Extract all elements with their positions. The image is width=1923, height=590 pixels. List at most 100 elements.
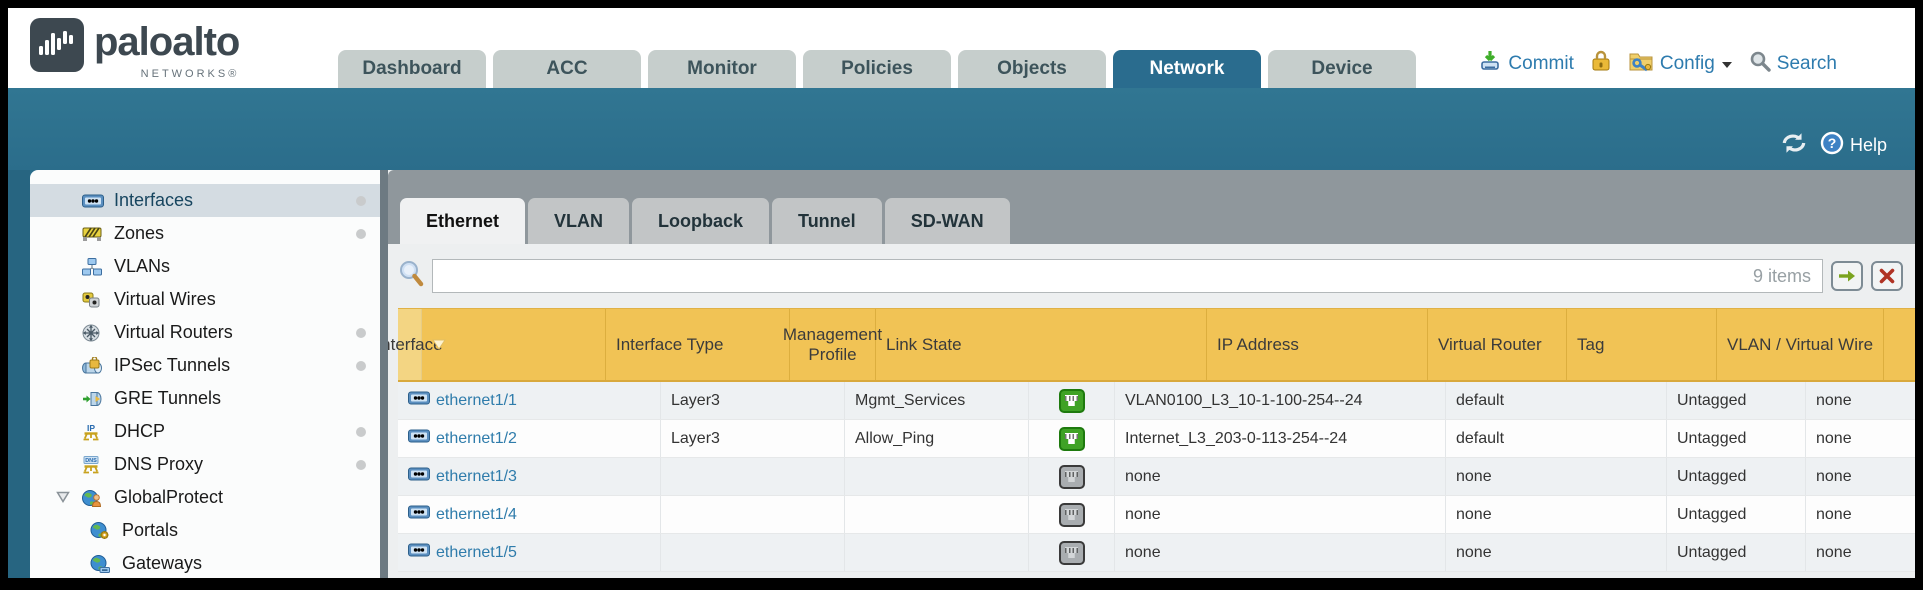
interfaces-table: Interface Interface Type Management Prof… <box>388 308 1915 578</box>
apply-filter-button[interactable] <box>1831 261 1863 291</box>
cell-ip-address: VLAN0100_L3_10-1-100-254--24 <box>1115 382 1446 419</box>
cell-management-profile <box>845 458 1029 495</box>
cell-interface-type: Layer3 <box>661 420 845 457</box>
interface-type-tab[interactable]: Ethernet <box>400 198 525 244</box>
column-header[interactable]: Link State <box>876 309 1207 380</box>
sidebar-item[interactable]: IP DHCP <box>30 415 380 448</box>
gre-tunnels-icon <box>82 391 110 407</box>
sidebar-item[interactable]: DNS DNS Proxy <box>30 448 380 481</box>
zones-icon <box>82 225 110 242</box>
main-nav-tab[interactable]: Dashboard <box>338 50 486 88</box>
header-utilities: Commit Config Search <box>1478 49 1837 79</box>
help-button[interactable]: ? Help <box>1820 131 1887 160</box>
sidebar-item-label: GlobalProtect <box>114 487 223 508</box>
clear-filter-button[interactable] <box>1871 261 1903 291</box>
column-header[interactable]: Management Profile <box>790 309 876 380</box>
cell-interface-type <box>661 458 845 495</box>
expander-icon[interactable] <box>56 487 70 508</box>
interface-link[interactable]: ethernet1/5 <box>436 544 517 562</box>
column-header[interactable]: VLAN / Virtual Wire <box>1717 309 1884 380</box>
column-header[interactable]: Tag <box>1567 309 1717 380</box>
sidebar-item-label: Zones <box>114 223 164 244</box>
interface-link[interactable]: ethernet1/3 <box>436 468 517 486</box>
commit-icon <box>1478 49 1502 79</box>
cell-virtual-router: default <box>1446 382 1667 419</box>
column-header[interactable]: Virtual Router <box>1428 309 1567 380</box>
app-window: paloalto NETWORKS® Dashboard ACC Monitor… <box>0 0 1923 590</box>
panos-web-ui: paloalto NETWORKS® Dashboard ACC Monitor… <box>8 8 1915 578</box>
column-header[interactable]: Interface <box>398 309 422 380</box>
table-row[interactable]: ethernet1/1 Layer3 Mgmt_Services VLAN010… <box>398 382 1915 420</box>
column-header[interactable]: IP Address <box>1207 309 1428 380</box>
interfaces-icon <box>82 194 110 208</box>
lock-button[interactable] <box>1590 49 1612 79</box>
body-row: Interfaces Zones <box>8 170 1915 578</box>
sidebar-child-item[interactable]: Gateways <box>30 547 380 578</box>
sidebar-item[interactable]: Interfaces <box>30 184 380 217</box>
table-row[interactable]: ethernet1/4 none none Untagged none <box>398 496 1915 534</box>
status-dot <box>356 328 366 338</box>
cell-virtual-router: none <box>1446 496 1667 533</box>
help-icon: ? <box>1820 131 1844 160</box>
table-row[interactable]: ethernet1/3 none none Untagged none <box>398 458 1915 496</box>
sidebar-item-label: Gateways <box>122 553 202 574</box>
main-nav-tab[interactable]: Device <box>1268 50 1416 88</box>
sidebar-item[interactable]: Virtual Wires <box>30 283 380 316</box>
table-header: Interface Interface Type Management Prof… <box>398 308 1915 382</box>
interface-type-tab[interactable]: Loopback <box>632 198 769 244</box>
interface-link[interactable]: ethernet1/4 <box>436 506 517 524</box>
column-header[interactable] <box>422 309 606 380</box>
top-header: paloalto NETWORKS® Dashboard ACC Monitor… <box>8 8 1915 88</box>
svg-text:IP: IP <box>87 423 95 433</box>
left-margin <box>8 170 30 578</box>
cell-tag: Untagged <box>1667 534 1806 571</box>
commit-button[interactable]: Commit <box>1478 49 1573 79</box>
sidebar-item[interactable]: Zones <box>30 217 380 250</box>
virtual-routers-icon <box>82 324 110 342</box>
refresh-button[interactable] <box>1780 131 1808 160</box>
main-nav-tabs: Dashboard ACC Monitor Policies Objects N… <box>338 50 1416 88</box>
table-row[interactable]: ethernet1/2 Layer3 Allow_Ping Internet_L… <box>398 420 1915 458</box>
main-nav-tab[interactable]: ACC <box>493 50 641 88</box>
main-nav-tab[interactable]: Policies <box>803 50 951 88</box>
status-dot <box>356 229 366 239</box>
sidebar-child-item[interactable]: Portals <box>30 514 380 547</box>
sort-dropdown-icon[interactable] <box>432 335 446 355</box>
main-nav-tab[interactable]: Objects <box>958 50 1106 88</box>
sidebar-item[interactable]: GRE Tunnels <box>30 382 380 415</box>
svg-text:?: ? <box>1828 135 1837 151</box>
table-row[interactable]: ethernet1/5 none none Untagged none <box>398 534 1915 572</box>
sidebar-item-label: Virtual Routers <box>114 322 233 343</box>
interface-type-tab[interactable]: Tunnel <box>772 198 882 244</box>
sidebar-item-label: DHCP <box>114 421 165 442</box>
column-header[interactable]: Interface Type <box>606 309 790 380</box>
virtual-wires-icon <box>82 292 110 308</box>
sidebar-item[interactable]: Virtual Routers <box>30 316 380 349</box>
main-nav-tab[interactable]: Network <box>1113 50 1261 88</box>
ethernet-port-icon <box>408 429 430 448</box>
sidebar-item-label: IPSec Tunnels <box>114 355 230 376</box>
interface-link[interactable]: ethernet1/2 <box>436 430 517 448</box>
paloalto-logo: paloalto NETWORKS® <box>30 18 239 80</box>
sidebar-item[interactable]: VLANs <box>30 250 380 283</box>
dhcp-icon: IP <box>82 423 110 441</box>
interface-type-tab[interactable]: SD-WAN <box>885 198 1010 244</box>
cell-interface-type: Layer3 <box>661 382 845 419</box>
cell-tag: Untagged <box>1667 420 1806 457</box>
filter-input[interactable] <box>432 259 1823 293</box>
status-dot <box>356 361 366 371</box>
cell-tag: Untagged <box>1667 382 1806 419</box>
vlans-icon <box>82 258 110 276</box>
config-menu-button[interactable]: Config <box>1628 50 1733 78</box>
cell-tag: Untagged <box>1667 496 1806 533</box>
paloalto-logo-icon <box>30 18 84 77</box>
main-nav-tab[interactable]: Monitor <box>648 50 796 88</box>
cell-interface-type <box>661 496 845 533</box>
interface-link[interactable]: ethernet1/1 <box>436 392 517 410</box>
interface-type-tab[interactable]: VLAN <box>528 198 629 244</box>
sidebar-item[interactable]: GlobalProtect <box>30 481 380 514</box>
network-sidebar: Interfaces Zones <box>30 170 380 578</box>
sidebar-divider[interactable] <box>380 170 388 578</box>
sidebar-item[interactable]: IPSec Tunnels <box>30 349 380 382</box>
search-button[interactable]: Search <box>1749 50 1837 78</box>
